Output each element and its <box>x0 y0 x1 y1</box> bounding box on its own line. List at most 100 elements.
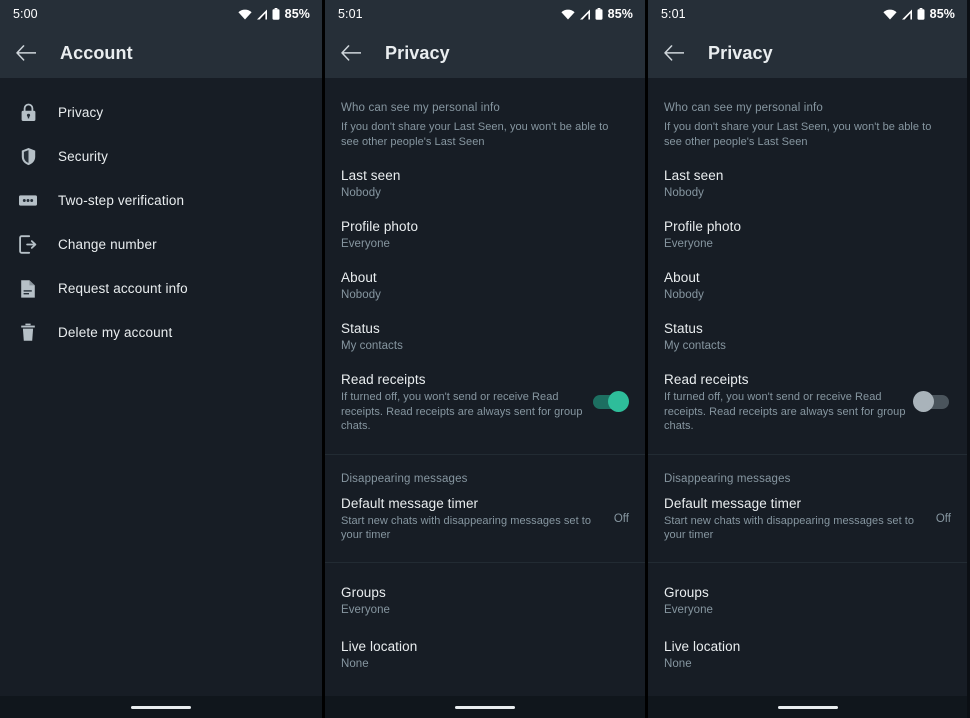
privacy-settings-content: Who can see my personal info If you don'… <box>325 78 645 672</box>
row-title: Read receipts <box>341 372 426 387</box>
account-item-label: Two-step verification <box>58 192 185 208</box>
section-description-personal-info: If you don't share your Last Seen, you w… <box>664 121 932 148</box>
back-arrow-icon[interactable] <box>662 41 686 65</box>
lock-icon <box>17 101 39 123</box>
row-value: None <box>341 657 369 670</box>
section-header-disappearing-messages: Disappearing messages <box>341 472 468 485</box>
privacy-row-status[interactable]: Status My contacts <box>648 303 967 354</box>
status-bar-indicators: 85% <box>883 7 955 21</box>
section-description-personal-info: If you don't share your Last Seen, you w… <box>341 121 609 148</box>
row-title: Status <box>664 321 703 336</box>
back-arrow-icon[interactable] <box>14 41 38 65</box>
page-title: Privacy <box>385 42 450 63</box>
row-title: About <box>341 270 377 285</box>
privacy-row-about[interactable]: About Nobody <box>325 252 645 303</box>
privacy-row-profile-photo[interactable]: Profile photo Everyone <box>325 201 645 252</box>
row-value: Everyone <box>664 603 713 616</box>
wifi-icon <box>561 9 575 20</box>
privacy-row-about[interactable]: About Nobody <box>648 252 967 303</box>
row-title: Default message timer <box>664 495 802 511</box>
status-bar-indicators: 85% <box>561 7 633 21</box>
row-value: Nobody <box>341 289 381 301</box>
privacy-row-read-receipts[interactable]: Read receipts If turned off, you won't s… <box>325 354 645 434</box>
privacy-row-groups[interactable]: Groups Everyone <box>325 563 645 618</box>
row-title: About <box>664 270 700 285</box>
row-value: Nobody <box>664 289 704 301</box>
account-item-request-account-info[interactable]: Request account info <box>0 266 322 310</box>
row-value: Off <box>935 512 951 525</box>
screen-privacy-read-receipts-on: 5:01 85% Privacy Who can see my personal… <box>322 0 645 718</box>
status-bar: 5:00 85% <box>0 0 322 28</box>
document-icon <box>17 277 39 299</box>
home-indicator[interactable] <box>777 705 838 709</box>
battery-icon <box>917 8 925 20</box>
privacy-row-last-seen[interactable]: Last seen Nobody <box>325 150 645 201</box>
privacy-row-default-message-timer[interactable]: Default message timer Start new chats wi… <box>325 485 645 543</box>
row-title: Live location <box>341 638 418 654</box>
home-indicator-bar <box>648 696 967 718</box>
privacy-row-live-location[interactable]: Live location None <box>648 618 967 672</box>
battery-icon <box>272 8 280 20</box>
row-value: Nobody <box>341 187 381 199</box>
battery-percentage: 85% <box>929 7 955 21</box>
section-header-personal-info: Who can see my personal info <box>664 102 823 114</box>
account-item-security[interactable]: Security <box>0 134 322 178</box>
privacy-row-last-seen[interactable]: Last seen Nobody <box>648 150 967 201</box>
privacy-row-profile-photo[interactable]: Profile photo Everyone <box>648 201 967 252</box>
account-item-delete-my-account[interactable]: Delete my account <box>0 310 322 354</box>
status-bar-time: 5:01 <box>661 7 686 21</box>
row-description: Start new chats with disappearing messag… <box>664 514 915 542</box>
status-bar: 5:01 85% <box>648 0 967 28</box>
privacy-row-groups[interactable]: Groups Everyone <box>648 563 967 618</box>
row-value: Nobody <box>664 187 704 199</box>
status-bar-indicators: 85% <box>238 7 310 21</box>
app-bar: Account <box>0 28 322 78</box>
row-title: Last seen <box>341 168 401 183</box>
row-value: Everyone <box>664 238 713 250</box>
cellular-signal-icon <box>901 9 913 20</box>
read-receipts-toggle[interactable] <box>913 391 949 413</box>
row-title: Groups <box>341 584 386 600</box>
account-settings-list: Privacy Security Two-step verification C… <box>0 78 322 354</box>
privacy-row-status[interactable]: Status My contacts <box>325 303 645 354</box>
account-item-change-number[interactable]: Change number <box>0 222 322 266</box>
read-receipts-toggle[interactable] <box>593 391 629 413</box>
row-description: Start new chats with disappearing messag… <box>341 514 592 542</box>
wifi-icon <box>883 9 897 20</box>
row-value: Everyone <box>341 603 390 616</box>
privacy-row-read-receipts[interactable]: Read receipts If turned off, you won't s… <box>648 354 967 434</box>
privacy-row-live-location[interactable]: Live location None <box>325 618 645 672</box>
status-bar: 5:01 85% <box>325 0 645 28</box>
privacy-settings-content: Who can see my personal info If you don'… <box>648 78 967 672</box>
privacy-row-default-message-timer[interactable]: Default message timer Start new chats wi… <box>648 485 967 543</box>
cellular-signal-icon <box>579 9 591 20</box>
back-arrow-icon[interactable] <box>339 41 363 65</box>
home-indicator-bar <box>0 696 322 718</box>
home-indicator[interactable] <box>455 705 515 709</box>
row-title: Live location <box>664 638 741 654</box>
app-bar: Privacy <box>325 28 645 78</box>
change-number-icon <box>17 233 39 255</box>
row-value: None <box>664 657 692 670</box>
screen-privacy-read-receipts-off: 5:01 85% Privacy Who can see my personal… <box>645 0 967 718</box>
account-item-privacy[interactable]: Privacy <box>0 90 322 134</box>
app-bar: Privacy <box>648 28 967 78</box>
row-description: If turned off, you won't send or receive… <box>664 391 906 432</box>
shield-icon <box>17 145 39 167</box>
row-title: Default message timer <box>341 495 479 511</box>
account-item-two-step-verification[interactable]: Two-step verification <box>0 178 322 222</box>
row-value: My contacts <box>341 340 403 352</box>
wifi-icon <box>238 9 252 20</box>
battery-percentage: 85% <box>607 7 633 21</box>
trash-icon <box>17 321 39 343</box>
screen-account: 5:00 85% Account Privacy Security Two-st… <box>0 0 322 718</box>
account-item-label: Security <box>58 148 108 164</box>
row-title: Status <box>341 321 380 336</box>
page-title: Privacy <box>708 42 773 63</box>
page-title: Account <box>60 42 133 63</box>
row-title: Profile photo <box>341 219 419 234</box>
account-item-label: Delete my account <box>58 324 173 340</box>
two-step-verification-icon <box>17 189 39 211</box>
row-value: Everyone <box>341 238 390 250</box>
home-indicator[interactable] <box>131 705 191 709</box>
